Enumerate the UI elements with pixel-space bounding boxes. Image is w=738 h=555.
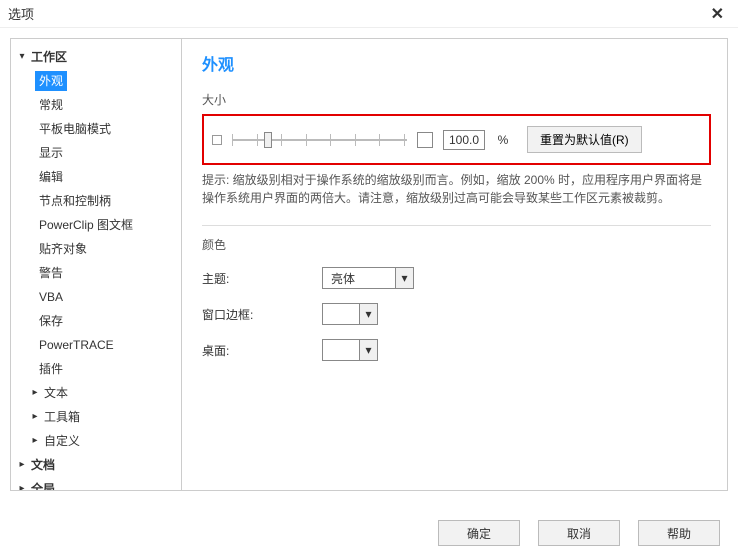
color-label: 颜色: [202, 236, 711, 253]
cancel-button[interactable]: 取消: [538, 520, 620, 546]
chevron-down-icon: ▾: [359, 340, 377, 360]
close-icon[interactable]: ✕: [705, 4, 730, 24]
size-slider[interactable]: [232, 130, 407, 150]
chevron-right-icon: ▸: [30, 432, 40, 450]
tree-item-warn[interactable]: 警告: [13, 261, 179, 285]
tree-item-text[interactable]: ▸文本: [13, 381, 179, 405]
theme-value: 亮体: [323, 268, 395, 288]
help-button[interactable]: 帮助: [638, 520, 720, 546]
tree-item-nodes[interactable]: 节点和控制柄: [13, 189, 179, 213]
theme-combo[interactable]: 亮体 ▾: [322, 267, 414, 289]
chevron-down-icon: ▾: [17, 48, 27, 66]
size-hint: 提示: 缩放级别相对于操作系统的缩放级别而言。例如，缩放 200% 时，应用程序…: [202, 171, 711, 207]
theme-label: 主题:: [202, 270, 322, 287]
tree-item-snap[interactable]: 贴齐对象: [13, 237, 179, 261]
options-dialog: 选项 ✕ ▾ 工作区 外观 常规 平板电脑模式 显示 编辑 节点和控制柄 Pow…: [0, 0, 738, 555]
category-tree: ▾ 工作区 外观 常规 平板电脑模式 显示 编辑 节点和控制柄 PowerCli…: [10, 38, 182, 491]
divider: [202, 225, 711, 226]
border-label: 窗口边框:: [202, 306, 322, 323]
ok-button[interactable]: 确定: [438, 520, 520, 546]
tree-item-custom[interactable]: ▸自定义: [13, 429, 179, 453]
window-title: 选项: [8, 4, 705, 23]
tree-item-vba[interactable]: VBA: [13, 285, 179, 309]
chevron-down-icon: ▾: [395, 268, 413, 288]
size-label: 大小: [202, 91, 711, 108]
tree-item-powerclip[interactable]: PowerClip 图文框: [13, 213, 179, 237]
settings-panel: 外观 大小 100.0 % 重置: [182, 38, 728, 491]
tree-item-powertrace[interactable]: PowerTRACE: [13, 333, 179, 357]
tree-item-edit[interactable]: 编辑: [13, 165, 179, 189]
border-row: 窗口边框: ▾: [202, 303, 711, 325]
tree-item-plugins[interactable]: 插件: [13, 357, 179, 381]
tree-document[interactable]: ▸文档: [13, 453, 179, 477]
size-suffix: %: [495, 133, 511, 147]
border-combo[interactable]: ▾: [322, 303, 378, 325]
slider-thumb[interactable]: [264, 132, 272, 148]
size-highlight-box: 100.0 % 重置为默认值(R): [202, 114, 711, 165]
dialog-footer: 确定 取消 帮助: [0, 511, 738, 555]
tree-item-toolbox[interactable]: ▸工具箱: [13, 405, 179, 429]
client-area: ▾ 工作区 外观 常规 平板电脑模式 显示 编辑 节点和控制柄 PowerCli…: [0, 28, 738, 501]
tree-workspace[interactable]: ▾ 工作区: [13, 45, 179, 69]
tree-item-general[interactable]: 常规: [13, 93, 179, 117]
tree-global[interactable]: ▸全局: [13, 477, 179, 491]
slider-track: [232, 139, 407, 141]
chevron-right-icon: ▸: [30, 408, 40, 426]
chevron-right-icon: ▸: [17, 480, 27, 491]
chevron-right-icon: ▸: [17, 456, 27, 474]
panel-heading: 外观: [202, 51, 711, 75]
chevron-right-icon: ▸: [30, 384, 40, 402]
reset-button[interactable]: 重置为默认值(R): [527, 126, 642, 153]
border-value: [323, 304, 359, 324]
titlebar: 选项 ✕: [0, 0, 738, 28]
size-value[interactable]: 100.0: [443, 130, 485, 150]
desktop-row: 桌面: ▾: [202, 339, 711, 361]
size-preview-icon: [212, 135, 222, 145]
tree-item-display[interactable]: 显示: [13, 141, 179, 165]
desktop-combo[interactable]: ▾: [322, 339, 378, 361]
size-checkbox[interactable]: [417, 132, 433, 148]
tree-item-tablet[interactable]: 平板电脑模式: [13, 117, 179, 141]
desktop-value: [323, 340, 359, 360]
theme-row: 主题: 亮体 ▾: [202, 267, 711, 289]
chevron-down-icon: ▾: [359, 304, 377, 324]
tree-item-appearance[interactable]: 外观: [13, 69, 179, 93]
desktop-label: 桌面:: [202, 342, 322, 359]
tree-item-save[interactable]: 保存: [13, 309, 179, 333]
